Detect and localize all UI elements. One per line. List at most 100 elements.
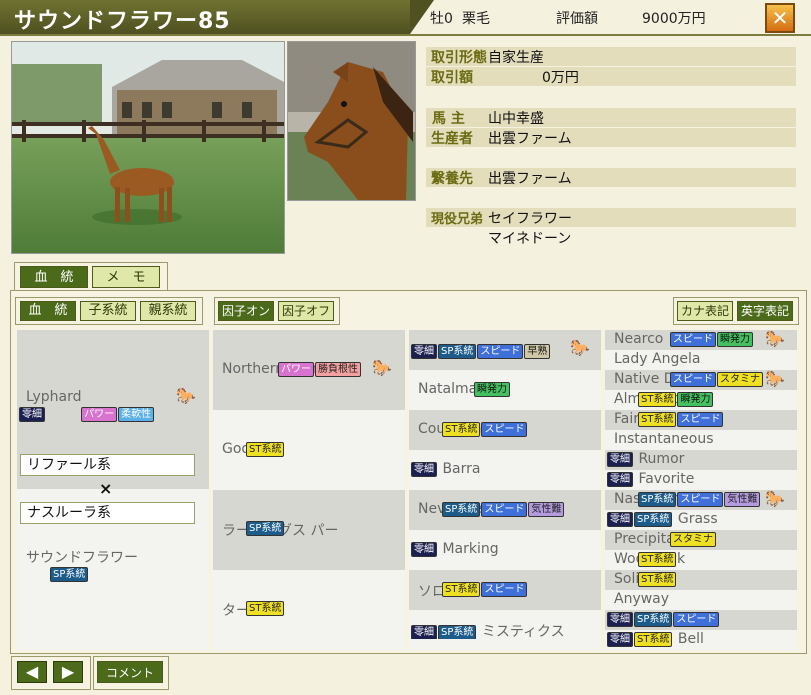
speed-badge: スピード [677,491,724,507]
g3-name-7: ソロ ST系統 スピード [418,581,598,599]
win-badge: 勝負根性 [315,361,361,377]
trade-type-label: 取引形態 [431,50,487,66]
horse-head-photo [287,41,416,201]
left-arrow-icon: ◀ [25,662,39,681]
st-badge: ST系統 [246,600,285,616]
coat: 栗毛 [462,11,490,27]
siblings-row: 現役兄弟 セイフラワー [426,208,796,227]
subtab-sire-line[interactable]: 子系統 [80,301,136,321]
english-notation-button[interactable]: 英字表記 [737,301,793,321]
g4-name-6: Instantaneous [614,431,714,447]
burst-badge: 瞬発力 [717,331,753,347]
sp-badge: SP系統 [438,344,477,359]
g3-name-4: 零細 Barra [411,461,601,479]
next-button[interactable]: ▶ [53,661,83,683]
head-portrait [288,42,415,200]
value: 9000万円 [642,11,706,27]
g3-label-6: Marking [442,541,499,557]
owner-value: 山中幸盛 [488,111,544,127]
breeder-value: 出雲ファーム [488,131,572,147]
close-button[interactable]: ✕ [765,3,795,33]
trade-amount-row: 取引額 0万円 [426,67,796,86]
tab-pedigree[interactable]: 血 統 [20,266,88,288]
st-badge: ST系統 [638,551,677,567]
subtab-parent-line[interactable]: 親系統 [140,301,196,321]
zero-badge: 零細 [607,471,633,487]
g3-name-6: 零細 Marking [411,541,601,559]
sp-badge: SP系統 [634,611,673,627]
flex-badge: 柔軟性 [118,407,155,422]
g3-name-8: 零細 SP系統 ミスティクス [411,621,601,639]
g3-name-3: Court Martial ST系統スピード [418,421,598,439]
speed-badge: スピード [670,371,716,387]
speed-badge: スピード [481,501,528,517]
owner-row: 馬 主 山中幸盛 [426,108,796,127]
trade-amount-value: 0万円 [542,70,579,86]
zero-badge: 零細 [607,511,633,527]
subtab-pedigree[interactable]: 血 統 [20,301,76,321]
sp-badge: SP系統 [634,511,673,527]
g4-name-8: 零細 Favorite [607,471,796,489]
comment-button[interactable]: コメント [97,661,163,683]
kana-notation-button[interactable]: カナ表記 [677,301,733,321]
power-badge: パワー [278,361,314,377]
close-icon: ✕ [771,6,789,30]
temper-badge: 気性難 [528,501,565,517]
sibling-2[interactable]: マイネドーン [488,228,571,248]
g4-name-5: Fair Trial ST系統スピード [614,411,796,429]
horse-icon: 🐎 [765,489,785,508]
zero-badge: 零細 [411,461,437,477]
sire-name: Lyphard [26,389,82,405]
horse-icon: 🐎 [765,329,785,348]
g4-name-12: Woodcock ST系統 [614,551,796,569]
st-badge: ST系統 [638,411,677,427]
power-badge: パワー [81,407,118,422]
breeder-row: 生産者 出雲ファーム [426,128,796,147]
prev-button[interactable]: ◀ [17,661,47,683]
g3-label-8: ミスティクス [481,624,565,639]
trade-type-value: 自家生産 [488,50,544,66]
sibling-1[interactable]: セイフラワー [488,208,572,228]
g2-name-4: ターフ ST系統 [222,600,402,618]
st-badge: ST系統 [634,631,673,647]
st-badge: ST系統 [442,581,481,597]
zero-badge: 零細 [607,611,633,627]
st-badge: ST系統 [638,571,677,587]
st-badge: ST系統 [442,421,481,437]
g3-name-5: Never Bend SP系統スピード気性難 [418,501,598,519]
horse-icon: 🐎 [372,358,392,377]
speed-badge: スピード [481,421,528,437]
factor-off-button[interactable]: 因子オフ [278,301,334,321]
sire-badges: 零細 パワー 柔軟性 [19,404,155,423]
speed-badge: スピード [670,331,716,347]
horse-icon: 🐎 [570,338,590,357]
dam-line-box: ナスルーラ系 [20,502,195,524]
zero-badge: 零細 [19,407,45,422]
g3-label-2: Natalma [418,381,478,397]
zero-badge: 零細 [411,624,437,639]
right-arrow-icon: ▶ [61,662,75,681]
g2-name-2: Goofed ST系統 [222,441,402,459]
factor-on-button[interactable]: 因子オン [218,301,274,321]
st-badge: ST系統 [246,441,285,457]
sex-age: 牡0 [430,11,453,27]
g4-name-7: 零細 Rumor [607,451,796,469]
tab-memo[interactable]: メ モ [92,266,160,288]
burst-badge: 瞬発力 [677,391,714,407]
speed-badge: スピード [677,411,724,427]
header-divider [0,34,811,36]
g4-name-16: 零細 ST系統 Bell [607,631,796,649]
g3-badges-1: 零細 SP系統 スピード 早熟 [411,341,551,360]
cross-mark: × [99,479,113,498]
speed-badge: スピード [673,611,720,627]
sp-badge: SP系統 [246,520,285,536]
g4-label-7: Rumor [638,451,685,467]
g4-label-10: Grass [677,511,718,527]
g4-label-1: Nearco [614,331,664,347]
speed-badge: スピード [477,344,524,359]
zero-badge: 零細 [411,541,437,557]
sp-badge: SP系統 [438,624,477,639]
dam-badges: SP系統 [50,564,89,583]
sp-badge: SP系統 [442,501,481,517]
siblings-label: 現役兄弟 [431,212,484,227]
